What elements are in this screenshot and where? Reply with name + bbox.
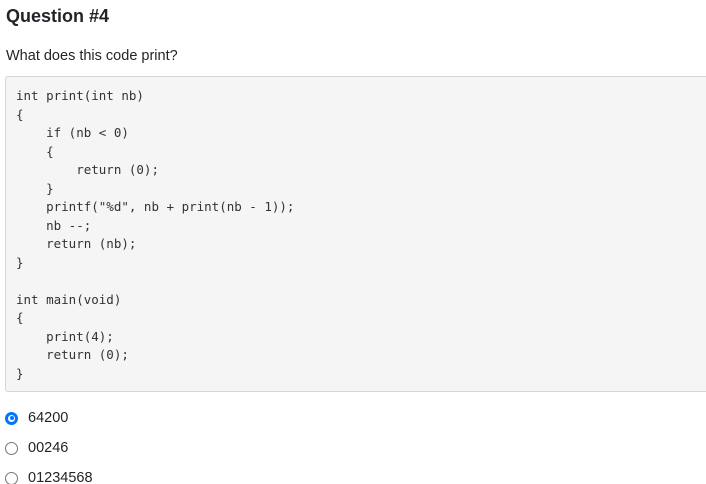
code-text: int print(int nb) { if (nb < 0) { return…	[16, 87, 706, 383]
radio-button-1[interactable]	[5, 411, 18, 425]
answer-option-label: 01234568	[28, 470, 93, 484]
answer-option-1[interactable]: 64200	[5, 403, 93, 433]
question-title: Question #4	[6, 6, 110, 26]
code-line: }	[16, 180, 54, 196]
radio-button-3[interactable]	[5, 471, 18, 484]
code-line: {	[16, 310, 24, 325]
radio-button-2[interactable]	[5, 441, 18, 455]
code-block: int print(int nb) { if (nb < 0) { return…	[5, 76, 706, 392]
code-line: print(4);	[16, 328, 114, 344]
code-line: int main(void)	[16, 291, 122, 307]
code-line: return (nb);	[16, 236, 137, 251]
code-line: return (0);	[16, 347, 129, 362]
code-line: printf("%d", nb + print(nb - 1));	[16, 199, 295, 214]
answer-option-label: 00246	[28, 440, 69, 456]
question-prompt: What does this code print?	[6, 48, 178, 64]
code-line: nb --;	[16, 217, 92, 233]
answer-option-2[interactable]: 00246	[5, 433, 93, 463]
code-line: {	[16, 106, 24, 122]
code-line: int print(int nb)	[16, 88, 144, 103]
answer-option-label: 64200	[28, 410, 69, 426]
code-line: }	[16, 254, 24, 270]
answer-options: 64200 00246 01234568	[5, 403, 93, 484]
code-line: if (nb < 0)	[16, 125, 129, 140]
answer-option-3[interactable]: 01234568	[5, 463, 93, 484]
code-line: }	[16, 365, 24, 381]
code-line: {	[16, 143, 54, 159]
code-line: return (0);	[16, 162, 159, 177]
